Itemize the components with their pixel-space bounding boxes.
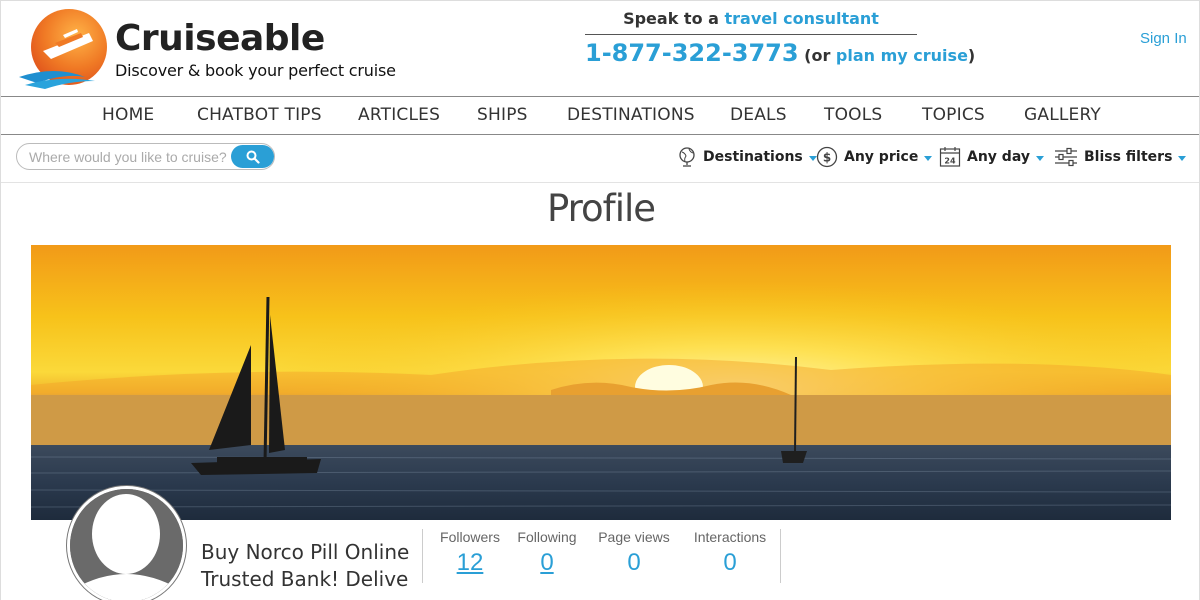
nav-item-tools[interactable]: TOOLS — [824, 105, 882, 125]
bliss-filter[interactable]: Bliss filters — [1054, 145, 1187, 169]
svg-text:$: $ — [823, 151, 831, 165]
stat-label: Followers — [440, 529, 500, 545]
contact-block: Speak to a travel consultant 1-877-322-3… — [585, 9, 975, 67]
sign-in-link[interactable]: Sign In — [1140, 30, 1187, 47]
stat-label: Page views — [598, 529, 670, 545]
nav-item-ships[interactable]: SHIPS — [477, 105, 528, 125]
bliss-filter-label: Bliss filters — [1084, 149, 1173, 165]
plan-my-cruise-link[interactable]: plan my cruise — [836, 46, 968, 65]
sliders-icon — [1055, 147, 1077, 167]
stat-following: Following 0 — [515, 529, 579, 577]
speak-line: Speak to a travel consultant — [585, 9, 917, 35]
page: Cruiseable Discover & book your perfect … — [0, 0, 1200, 600]
avatar[interactable] — [66, 485, 187, 600]
chevron-down-icon — [1035, 155, 1044, 161]
nav-item-home[interactable]: HOME — [102, 105, 154, 125]
day-filter-label: Any day — [967, 149, 1030, 165]
stat-label: Interactions — [693, 529, 767, 545]
stat-followers: Followers 12 — [434, 529, 506, 577]
nav-item-destinations[interactable]: DESTINATIONS — [567, 105, 695, 125]
default-avatar-icon — [70, 489, 183, 600]
interactions-count: 0 — [723, 549, 737, 576]
stat-interactions: Interactions 0 — [690, 529, 770, 577]
dollar-icon: $ — [816, 146, 838, 168]
or-open-text: (or — [798, 46, 836, 65]
brand-tagline: Discover & book your perfect cruise — [115, 60, 396, 80]
stat-label: Following — [517, 529, 577, 545]
main-nav: HOME CHATBOT TIPS ARTICLES SHIPS DESTINA… — [1, 96, 1199, 135]
nav-item-deals[interactable]: DEALS — [730, 105, 787, 125]
day-filter[interactable]: 24 Any day — [939, 145, 1044, 169]
calendar-icon: 24 — [939, 147, 961, 167]
destinations-filter-label: Destinations — [703, 149, 803, 165]
price-filter-label: Any price — [844, 149, 919, 165]
phone-line: 1-877-322-3773 (or plan my cruise) — [585, 39, 975, 67]
followers-count-link[interactable]: 12 — [434, 549, 506, 577]
search-box — [16, 143, 275, 170]
nav-item-gallery[interactable]: GALLERY — [1024, 105, 1101, 125]
nav-item-articles[interactable]: ARTICLES — [358, 105, 440, 125]
profile-banner-image — [31, 245, 1171, 520]
search-icon — [246, 150, 260, 164]
logo-link[interactable]: Cruiseable Discover & book your perfect … — [15, 7, 396, 91]
profile-name: Buy Norco Pill Online Trusted Bank! Deli… — [201, 540, 410, 591]
globe-icon — [679, 147, 695, 167]
nav-item-chatbot-tips[interactable]: CHATBOT TIPS — [197, 105, 322, 125]
profile-stats: Followers 12 Following 0 Page views 0 In… — [422, 529, 781, 583]
search-input[interactable] — [29, 148, 233, 166]
cruiseable-logo-icon — [19, 9, 107, 89]
travel-consultant-link[interactable]: travel consultant — [725, 9, 879, 28]
stat-page-views: Page views 0 — [597, 529, 671, 577]
or-close-text: ) — [967, 46, 976, 65]
filter-bar: Destinations $ Any price 24 Any day — [1, 135, 1199, 183]
page-title: Profile — [546, 187, 656, 230]
calendar-day-number: 24 — [944, 157, 956, 166]
price-filter[interactable]: $ Any price — [816, 145, 933, 169]
chevron-down-icon — [1178, 155, 1187, 161]
brand-name: Cruiseable — [115, 17, 325, 59]
speak-prefix: Speak to a — [623, 9, 725, 28]
phone-number-link[interactable]: 1-877-322-3773 — [585, 39, 799, 67]
page-views-count: 0 — [627, 549, 641, 576]
chevron-down-icon — [924, 155, 933, 161]
following-count-link[interactable]: 0 — [515, 549, 579, 577]
site-header: Cruiseable Discover & book your perfect … — [1, 1, 1199, 96]
search-button[interactable] — [231, 145, 274, 168]
destinations-filter[interactable]: Destinations — [678, 145, 817, 169]
nav-item-topics[interactable]: TOPICS — [922, 105, 985, 125]
